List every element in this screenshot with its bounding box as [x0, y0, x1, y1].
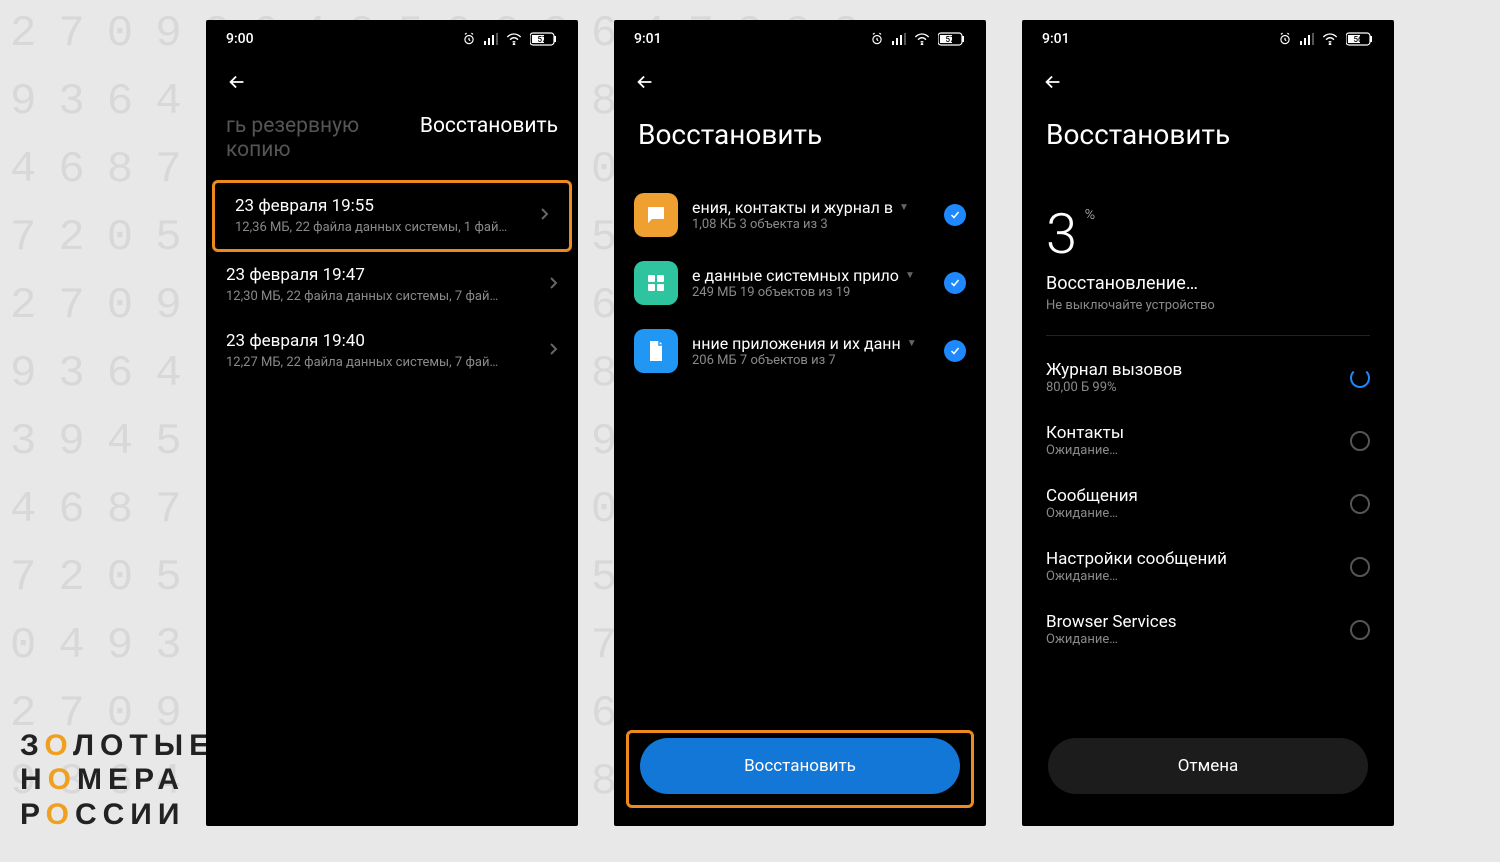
- battery-icon: 57: [530, 32, 558, 46]
- signal-icon: [892, 33, 906, 45]
- category-title: ения, контакты и журнал в: [692, 198, 893, 217]
- progress-row-title: Сообщения: [1046, 486, 1138, 506]
- status-time: 9:01: [634, 31, 662, 47]
- backup-item[interactable]: 23 февраля 19:55 12,36 МБ, 22 файла данн…: [212, 180, 572, 252]
- category-subtitle: 206 МБ 7 объектов из 7: [692, 353, 930, 368]
- check-icon[interactable]: [944, 340, 966, 362]
- category-subtitle: 249 МБ 19 объектов из 19: [692, 285, 930, 300]
- backup-subtitle: 12,27 МБ, 22 файла данных системы, 7 фай…: [226, 354, 498, 372]
- svg-text:57: 57: [945, 35, 955, 44]
- wifi-icon: [914, 33, 930, 45]
- wifi-icon: [506, 33, 522, 45]
- progress-row-title: Журнал вызовов: [1046, 360, 1182, 380]
- percent-symbol: %: [1085, 207, 1095, 223]
- back-button[interactable]: [1042, 71, 1064, 93]
- backup-subtitle: 12,36 МБ, 22 файла данных системы, 1 фай…: [235, 219, 507, 237]
- check-icon[interactable]: [944, 272, 966, 294]
- chevron-right-icon: [548, 341, 558, 360]
- back-button[interactable]: [634, 71, 656, 93]
- statusbar: 9:01 57: [614, 20, 986, 58]
- battery-icon: 56: [1346, 32, 1374, 46]
- category-row[interactable]: ения, контакты и журнал в ▼ 1,08 КБ 3 объ…: [614, 181, 986, 249]
- backup-title: 23 февраля 19:47: [226, 264, 498, 288]
- status-time: 9:01: [1042, 31, 1070, 47]
- chevron-down-icon: ▼: [907, 338, 917, 349]
- backup-item[interactable]: 23 февраля 19:40 12,27 МБ, 22 файла данн…: [206, 318, 578, 384]
- screen-restore-progress: 9:01 56 Восстановить 3 % Восстановление……: [1022, 20, 1394, 826]
- backup-item[interactable]: 23 февраля 19:47 12,30 МБ, 22 файла данн…: [206, 252, 578, 318]
- status-text: Восстановление…: [1022, 267, 1394, 298]
- progress-row: Журнал вызовов 80,00 Б 99%: [1022, 346, 1394, 409]
- restore-button[interactable]: Восстановить: [640, 738, 960, 794]
- spinner-icon: [1350, 620, 1370, 640]
- progress-row-sub: Ожидание…: [1046, 506, 1138, 521]
- backup-subtitle: 12,30 МБ, 22 файла данных системы, 7 фай…: [226, 288, 498, 306]
- battery-icon: 57: [938, 32, 966, 46]
- chevron-down-icon: ▼: [905, 270, 915, 281]
- apps-data-icon: [634, 329, 678, 373]
- chevron-down-icon: ▼: [899, 202, 909, 213]
- svg-text:57: 57: [537, 35, 547, 44]
- progress-row-sub: Ожидание…: [1046, 569, 1227, 584]
- progress-row-sub: 80,00 Б 99%: [1046, 380, 1182, 395]
- signal-icon: [1300, 33, 1314, 45]
- category-row[interactable]: нние приложения и их данн ▼ 206 МБ 7 объе…: [614, 317, 986, 385]
- screen-backups-list: 9:00 57 гь резервную копию Восстановить …: [206, 20, 578, 826]
- spinner-icon: [1350, 431, 1370, 451]
- alarm-icon: [462, 32, 476, 46]
- wifi-icon: [1322, 33, 1338, 45]
- spinner-icon: [1350, 494, 1370, 514]
- status-subtext: Не выключайте устройство: [1022, 298, 1394, 335]
- progress-row: Контакты Ожидание…: [1022, 409, 1394, 472]
- tab-create-backup[interactable]: гь резервную копию: [226, 114, 404, 162]
- back-button[interactable]: [226, 71, 248, 93]
- screen-restore-select: 9:01 57 Восстановить ения, контакты и жу…: [614, 20, 986, 826]
- tab-restore[interactable]: Восстановить: [420, 114, 558, 162]
- progress-row-title: Browser Services: [1046, 612, 1177, 632]
- chevron-right-icon: [548, 275, 558, 294]
- status-time: 9:00: [226, 31, 254, 47]
- statusbar: 9:00 57: [206, 20, 578, 58]
- progress-row-title: Настройки сообщений: [1046, 549, 1227, 569]
- svg-text:56: 56: [1353, 35, 1363, 44]
- spinner-icon: [1350, 368, 1370, 388]
- progress-row-title: Контакты: [1046, 423, 1124, 443]
- progress-row: Browser Services Ожидание…: [1022, 598, 1394, 661]
- page-title: Восстановить: [614, 106, 986, 181]
- progress-percent: 3 %: [1046, 201, 1077, 267]
- category-title: нние приложения и их данн: [692, 334, 901, 353]
- cancel-button[interactable]: Отмена: [1048, 738, 1368, 794]
- chevron-right-icon: [539, 206, 549, 225]
- category-subtitle: 1,08 КБ 3 объекта из 3: [692, 217, 930, 232]
- spinner-icon: [1350, 557, 1370, 577]
- progress-row-sub: Ожидание…: [1046, 632, 1177, 647]
- category-title: е данные системных прило: [692, 266, 899, 285]
- check-icon[interactable]: [944, 204, 966, 226]
- system-apps-icon: [634, 261, 678, 305]
- statusbar: 9:01 56: [1022, 20, 1394, 58]
- messages-icon: [634, 193, 678, 237]
- backup-title: 23 февраля 19:55: [235, 195, 507, 219]
- alarm-icon: [1278, 32, 1292, 46]
- backup-title: 23 февраля 19:40: [226, 330, 498, 354]
- progress-row-sub: Ожидание…: [1046, 443, 1124, 458]
- category-row[interactable]: е данные системных прило ▼ 249 МБ 19 объе…: [614, 249, 986, 317]
- progress-row: Настройки сообщений Ожидание…: [1022, 535, 1394, 598]
- page-title: Восстановить: [1022, 106, 1394, 181]
- divider: [1046, 335, 1370, 336]
- alarm-icon: [870, 32, 884, 46]
- signal-icon: [484, 33, 498, 45]
- progress-row: Сообщения Ожидание…: [1022, 472, 1394, 535]
